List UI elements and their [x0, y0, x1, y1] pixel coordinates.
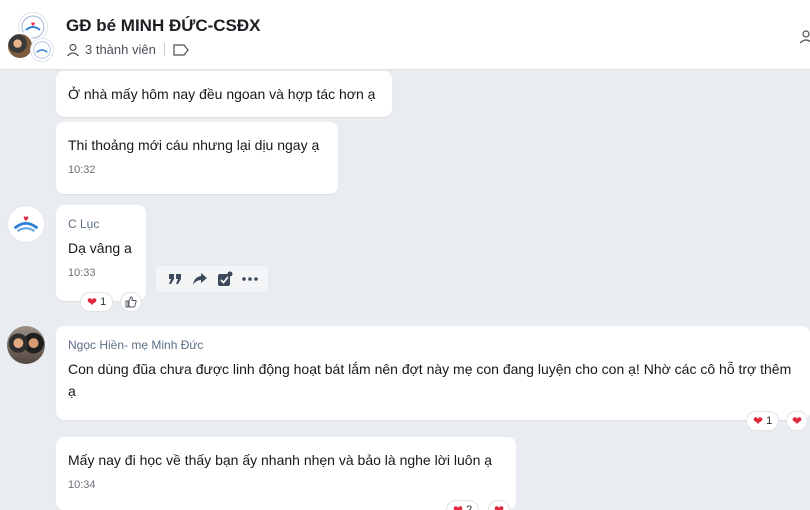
message-text: Mấy nay đi học về thấy bạn ấy nhanh nhẹn…: [68, 452, 493, 468]
svg-text:♥: ♥: [31, 22, 36, 28]
person-icon[interactable]: [799, 30, 810, 44]
more-icon[interactable]: [241, 270, 259, 288]
message-text: Ở nhà mấy hôm nay đều ngoan và hợp tác h…: [68, 86, 376, 102]
message-text: Dạ vâng a: [68, 240, 132, 256]
message-bubble[interactable]: Ngọc Hiền- mẹ Minh Đức Con dùng đũa chưa…: [56, 326, 810, 420]
person-icon: [66, 43, 80, 57]
chat-subtitle: 3 thành viên: [66, 42, 189, 57]
reaction-count: 2: [466, 504, 473, 510]
school-logo-icon: [30, 38, 54, 62]
heart-icon: ❤: [87, 295, 98, 309]
forward-icon[interactable]: [191, 270, 209, 288]
chat-header: ♥ GĐ bé MINH ĐỨC-CSĐX 3 thành viên: [0, 0, 810, 70]
reaction-count: 1: [100, 296, 107, 308]
reaction-badge[interactable]: ❤ 1: [80, 292, 114, 312]
thumbs-up-icon[interactable]: [120, 292, 142, 312]
svg-text:♥: ♥: [23, 215, 29, 223]
message-time: 10:34: [68, 479, 96, 491]
heart-icon: ❤: [453, 503, 464, 510]
reaction-count: 1: [766, 415, 773, 427]
group-avatar[interactable]: ♥: [6, 12, 56, 62]
message-bubble[interactable]: Thi thoảng mới cáu nhưng lại dịu ngay ạ …: [56, 122, 338, 194]
divider: [163, 43, 165, 56]
message-bubble[interactable]: C Lục Dạ vâng a 10:33: [56, 205, 146, 301]
heart-icon: ❤: [493, 503, 505, 510]
sender-avatar[interactable]: ♥: [7, 205, 45, 243]
message-time: 10:32: [68, 164, 96, 176]
member-count[interactable]: 3 thành viên: [85, 42, 156, 57]
heart-icon: ❤: [791, 414, 803, 428]
message-text: Con dùng đũa chưa được linh động hoạt bá…: [68, 361, 792, 399]
message-time: 10:33: [68, 267, 96, 279]
reaction-badge[interactable]: ❤ 1: [746, 411, 780, 431]
message-bubble[interactable]: Mấy nay đi học về thấy bạn ấy nhanh nhẹn…: [56, 437, 516, 510]
sender-avatar[interactable]: [7, 326, 45, 364]
quote-icon[interactable]: [166, 270, 184, 288]
reaction-badge[interactable]: ❤ 2: [446, 500, 480, 510]
sender-name[interactable]: Ngọc Hiền- mẹ Minh Đức: [68, 338, 798, 352]
message-text: Thi thoảng mới cáu nhưng lại dịu ngay ạ: [68, 137, 320, 153]
tag-icon[interactable]: [173, 43, 189, 56]
message-actions-toolbar: [156, 266, 268, 292]
sender-name[interactable]: C Lục: [68, 217, 134, 231]
heart-icon: ❤: [753, 414, 764, 428]
task-check-icon[interactable]: [216, 270, 234, 288]
message-bubble[interactable]: Ở nhà mấy hôm nay đều ngoan và hợp tác h…: [56, 71, 392, 117]
heart-react-button[interactable]: ❤: [786, 411, 808, 431]
chat-title: GĐ bé MINH ĐỨC-CSĐX: [66, 16, 261, 35]
